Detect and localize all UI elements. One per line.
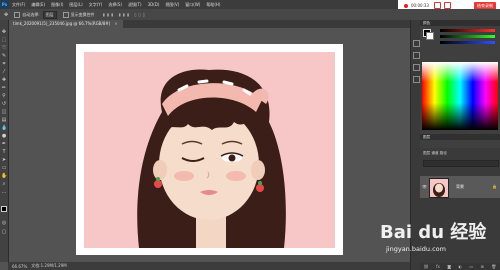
screen-mode-icon[interactable]: ▢ <box>1 229 7 235</box>
lasso-tool-icon[interactable]: ➰ <box>1 45 7 51</box>
status-bar: 66.67% 文档:1.29M/1.29M <box>8 262 410 270</box>
menu-edit[interactable]: 编辑(E) <box>28 2 48 8</box>
show-transform-checkbox[interactable] <box>62 11 69 18</box>
shape-tool-icon[interactable]: ▭ <box>1 165 7 171</box>
move-tool-icon[interactable]: ✥ <box>1 29 7 35</box>
menu-view[interactable]: 视图(V) <box>162 2 182 8</box>
move-tool-icon[interactable]: ✥ <box>4 12 8 18</box>
document-tab-bar: timk_2020091(5)_235046.jpg @ 66.7%(RGB/8… <box>8 20 410 28</box>
align-icons[interactable]: ▮▮▮ ▮▮▮ ▯▯▯ <box>103 12 147 17</box>
crop-tool-icon[interactable]: ⌗ <box>1 61 7 67</box>
auto-select-dropdown[interactable]: 图层 <box>42 10 57 19</box>
character-panel-icon[interactable] <box>413 76 420 83</box>
history-panel-icon[interactable] <box>413 40 420 47</box>
gradient-tool-icon[interactable]: ▤ <box>1 117 7 123</box>
auto-select-label: 自动选择: <box>22 11 40 17</box>
layers-panel-header: 图层 <box>420 134 500 140</box>
pen-tool-icon[interactable]: ✒ <box>1 141 7 147</box>
color-panel-header: 颜色 <box>420 20 500 26</box>
menu-select[interactable]: 选择(S) <box>105 2 125 8</box>
menu-image[interactable]: 图像(I) <box>48 2 66 8</box>
camera-icon[interactable] <box>443 2 451 9</box>
layers-tabs[interactable]: 图层 通道 路径 <box>423 151 447 156</box>
healing-brush-icon[interactable]: ✚ <box>1 77 7 83</box>
marquee-tool-icon[interactable]: ⬚ <box>1 37 7 43</box>
color-spectrum-highlight <box>422 62 498 82</box>
green-slider[interactable] <box>440 35 495 38</box>
quick-select-tool-icon[interactable]: ✎ <box>1 53 7 59</box>
watermark-url: jingyan.baidu.com <box>386 245 446 253</box>
document-tab[interactable]: timk_2020091(5)_235046.jpg @ 66.7%(RGB/8… <box>8 20 123 28</box>
color-panel-title[interactable]: 颜色 <box>423 21 430 26</box>
brush-tool-icon[interactable]: ✏ <box>1 85 7 91</box>
history-brush-icon[interactable]: ↺ <box>1 101 7 107</box>
foreground-color-swatch[interactable] <box>1 206 7 212</box>
menu-help[interactable]: 帮助(H) <box>203 2 223 8</box>
dodge-tool-icon[interactable]: ● <box>1 133 7 139</box>
baidu-brand: Bai du 经验 <box>380 222 487 243</box>
eraser-tool-icon[interactable]: ◫ <box>1 109 7 115</box>
pause-icon[interactable] <box>433 2 441 9</box>
close-tab-icon[interactable]: × <box>114 21 117 26</box>
layers-panel-title[interactable]: 图层 <box>423 135 430 140</box>
layer-row-background[interactable]: 👁 背景 🔒 <box>420 176 500 198</box>
show-transform-label: 显示变换控件 <box>70 11 95 17</box>
baidu-jingyan-watermark: Bai du 经验 jingyan.baidu.com <box>360 218 495 266</box>
color-bg-swatch[interactable] <box>426 32 434 40</box>
layer-filter-bar[interactable] <box>423 160 499 167</box>
photoshop-logo: Ps <box>0 0 9 9</box>
zoom-level[interactable]: 66.67% <box>12 264 27 269</box>
menu-layer[interactable]: 图层(L) <box>66 2 85 8</box>
menu-type[interactable]: 文字(Y) <box>86 2 106 8</box>
canvas-artwork[interactable] <box>84 52 335 248</box>
clone-stamp-icon[interactable]: ⚲ <box>1 93 7 99</box>
menu-3d[interactable]: 3D(D) <box>145 2 163 7</box>
menu-file[interactable]: 文件(F) <box>9 2 28 8</box>
layer-name: 背景 <box>456 184 464 189</box>
girl-illustration <box>137 69 286 248</box>
document-tab-title: timk_2020091(5)_235046.jpg @ 66.7%(RGB/8… <box>13 21 111 26</box>
tools-panel: ✥ ⬚ ➰ ✎ ⌗ ⁄ ✚ ✏ ⚲ ↺ ◫ ▤ 💧 ● ✒ T ➤ ▭ ✋ ⌕ … <box>0 20 9 262</box>
recording-time: 00:00:33 <box>411 3 429 8</box>
recording-dot-icon <box>404 3 408 8</box>
red-slider[interactable] <box>440 29 495 32</box>
layer-thumbnail <box>429 178 449 198</box>
paragraph-panel-icon[interactable] <box>413 64 420 71</box>
menu-filter[interactable]: 滤镜(T) <box>125 2 145 8</box>
blur-tool-icon[interactable]: 💧 <box>1 125 7 131</box>
quick-mask-icon[interactable]: ◎ <box>1 220 7 226</box>
menu-window[interactable]: 窗口(W) <box>182 2 203 8</box>
visibility-eye-icon[interactable]: 👁 <box>422 184 427 189</box>
auto-select-checkbox[interactable] <box>14 11 21 18</box>
hand-tool-icon[interactable]: ✋ <box>1 173 7 179</box>
zoom-tool-icon[interactable]: ⌕ <box>1 181 7 187</box>
blue-slider[interactable] <box>440 41 495 44</box>
more-tools-icon[interactable]: … <box>1 189 7 195</box>
path-select-tool-icon[interactable]: ➤ <box>1 157 7 163</box>
type-tool-icon[interactable]: T <box>1 149 7 155</box>
eyedropper-tool-icon[interactable]: ⁄ <box>1 69 7 75</box>
lock-icon: 🔒 <box>492 184 497 189</box>
document-info: 文档:1.29M/1.29M <box>31 263 67 268</box>
properties-panel-icon[interactable] <box>413 52 420 59</box>
